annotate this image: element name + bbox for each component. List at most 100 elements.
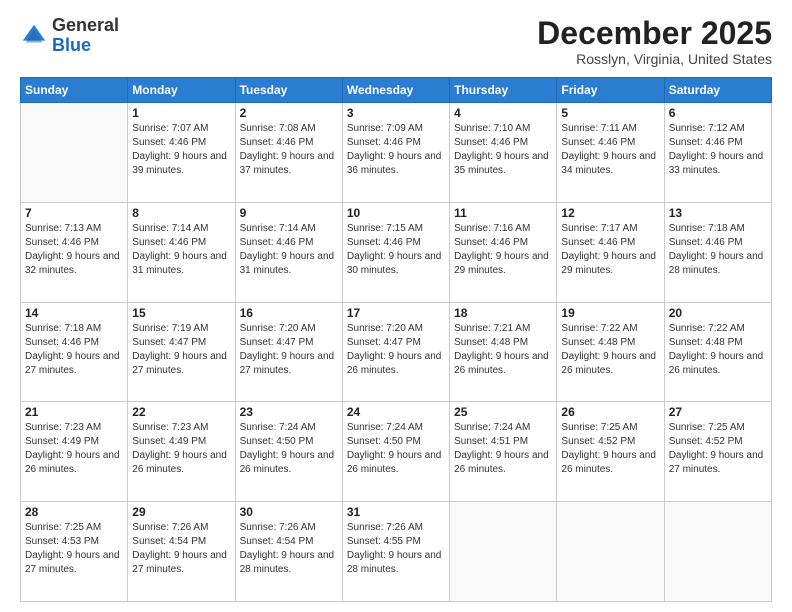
calendar-cell: 12 Sunrise: 7:17 AMSunset: 4:46 PMDayligh… — [557, 202, 664, 302]
day-number: 15 — [132, 306, 230, 320]
day-sun-info: Sunrise: 7:24 AMSunset: 4:50 PMDaylight:… — [240, 421, 338, 477]
day-sun-info: Sunrise: 7:26 AMSunset: 4:54 PMDaylight:… — [240, 521, 338, 577]
day-number: 13 — [669, 206, 767, 220]
calendar-cell: 29 Sunrise: 7:26 AMSunset: 4:54 PMDayligh… — [128, 502, 235, 602]
day-sun-info: Sunrise: 7:24 AMSunset: 4:51 PMDaylight:… — [454, 421, 552, 477]
calendar-cell: 23 Sunrise: 7:24 AMSunset: 4:50 PMDayligh… — [235, 402, 342, 502]
day-sun-info: Sunrise: 7:14 AMSunset: 4:46 PMDaylight:… — [132, 222, 230, 278]
calendar-cell — [21, 103, 128, 203]
calendar-cell: 9 Sunrise: 7:14 AMSunset: 4:46 PMDaylight… — [235, 202, 342, 302]
calendar-cell: 20 Sunrise: 7:22 AMSunset: 4:48 PMDayligh… — [664, 302, 771, 402]
calendar-cell — [557, 502, 664, 602]
day-sun-info: Sunrise: 7:20 AMSunset: 4:47 PMDaylight:… — [240, 322, 338, 378]
calendar-cell: 25 Sunrise: 7:24 AMSunset: 4:51 PMDayligh… — [450, 402, 557, 502]
calendar-cell — [664, 502, 771, 602]
day-number: 24 — [347, 405, 445, 419]
calendar-header-row: SundayMondayTuesdayWednesdayThursdayFrid… — [21, 78, 772, 103]
day-header-tuesday: Tuesday — [235, 78, 342, 103]
calendar-cell: 4Sunrise: 7:10 AMSunset: 4:46 PMDaylight… — [450, 103, 557, 203]
calendar-week-3: 21 Sunrise: 7:23 AMSunset: 4:49 PMDayligh… — [21, 402, 772, 502]
day-number: 20 — [669, 306, 767, 320]
calendar-week-1: 7 Sunrise: 7:13 AMSunset: 4:46 PMDaylight… — [21, 202, 772, 302]
calendar-cell: 5 Sunrise: 7:11 AMSunset: 4:46 PMDaylight… — [557, 103, 664, 203]
day-header-saturday: Saturday — [664, 78, 771, 103]
day-header-monday: Monday — [128, 78, 235, 103]
day-number: 7 — [25, 206, 123, 220]
day-number: 11 — [454, 206, 552, 220]
day-number: 25 — [454, 405, 552, 419]
calendar-cell: 3 Sunrise: 7:09 AMSunset: 4:46 PMDaylight… — [342, 103, 449, 203]
calendar-table: SundayMondayTuesdayWednesdayThursdayFrid… — [20, 77, 772, 602]
calendar-cell: 31 Sunrise: 7:26 AMSunset: 4:55 PMDayligh… — [342, 502, 449, 602]
calendar-cell: 28 Sunrise: 7:25 AMSunset: 4:53 PMDayligh… — [21, 502, 128, 602]
calendar-cell: 2Sunrise: 7:08 AMSunset: 4:46 PMDaylight… — [235, 103, 342, 203]
day-sun-info: Sunrise: 7:19 AMSunset: 4:47 PMDaylight:… — [132, 322, 230, 378]
day-number: 21 — [25, 405, 123, 419]
logo-icon — [20, 22, 48, 50]
calendar-cell — [450, 502, 557, 602]
day-sun-info: Sunrise: 7:17 AMSunset: 4:46 PMDaylight:… — [561, 222, 659, 278]
logo: General Blue — [20, 16, 119, 56]
day-number: 6 — [669, 106, 767, 120]
day-header-friday: Friday — [557, 78, 664, 103]
calendar-cell: 24 Sunrise: 7:24 AMSunset: 4:50 PMDayligh… — [342, 402, 449, 502]
month-title: December 2025 — [537, 16, 772, 51]
day-sun-info: Sunrise: 7:09 AMSunset: 4:46 PMDaylight:… — [347, 122, 445, 178]
day-number: 3 — [347, 106, 445, 120]
day-number: 17 — [347, 306, 445, 320]
day-number: 19 — [561, 306, 659, 320]
day-number: 28 — [25, 505, 123, 519]
day-sun-info: Sunrise: 7:26 AMSunset: 4:55 PMDaylight:… — [347, 521, 445, 577]
calendar-cell: 22 Sunrise: 7:23 AMSunset: 4:49 PMDayligh… — [128, 402, 235, 502]
day-number: 10 — [347, 206, 445, 220]
day-sun-info: Sunrise: 7:11 AMSunset: 4:46 PMDaylight:… — [561, 122, 659, 178]
logo-text: General Blue — [52, 16, 119, 56]
page: General Blue December 2025 Rosslyn, Virg… — [0, 0, 792, 612]
day-sun-info: Sunrise: 7:22 AMSunset: 4:48 PMDaylight:… — [561, 322, 659, 378]
day-number: 2 — [240, 106, 338, 120]
calendar-cell: 30 Sunrise: 7:26 AMSunset: 4:54 PMDayligh… — [235, 502, 342, 602]
day-number: 26 — [561, 405, 659, 419]
day-sun-info: Sunrise: 7:15 AMSunset: 4:46 PMDaylight:… — [347, 222, 445, 278]
day-number: 9 — [240, 206, 338, 220]
calendar-cell: 1Sunrise: 7:07 AMSunset: 4:46 PMDaylight… — [128, 103, 235, 203]
day-header-sunday: Sunday — [21, 78, 128, 103]
day-sun-info: Sunrise: 7:18 AMSunset: 4:46 PMDaylight:… — [669, 222, 767, 278]
day-number: 12 — [561, 206, 659, 220]
calendar-cell: 11Sunrise: 7:16 AMSunset: 4:46 PMDayligh… — [450, 202, 557, 302]
day-sun-info: Sunrise: 7:13 AMSunset: 4:46 PMDaylight:… — [25, 222, 123, 278]
logo-blue: Blue — [52, 35, 91, 55]
logo-general: General — [52, 15, 119, 35]
day-header-thursday: Thursday — [450, 78, 557, 103]
day-sun-info: Sunrise: 7:23 AMSunset: 4:49 PMDaylight:… — [25, 421, 123, 477]
day-sun-info: Sunrise: 7:22 AMSunset: 4:48 PMDaylight:… — [669, 322, 767, 378]
day-number: 29 — [132, 505, 230, 519]
title-block: December 2025 Rosslyn, Virginia, United … — [537, 16, 772, 67]
location: Rosslyn, Virginia, United States — [537, 51, 772, 67]
day-sun-info: Sunrise: 7:26 AMSunset: 4:54 PMDaylight:… — [132, 521, 230, 577]
day-sun-info: Sunrise: 7:25 AMSunset: 4:52 PMDaylight:… — [669, 421, 767, 477]
day-number: 22 — [132, 405, 230, 419]
day-sun-info: Sunrise: 7:18 AMSunset: 4:46 PMDaylight:… — [25, 322, 123, 378]
calendar-week-4: 28 Sunrise: 7:25 AMSunset: 4:53 PMDayligh… — [21, 502, 772, 602]
day-number: 30 — [240, 505, 338, 519]
day-sun-info: Sunrise: 7:23 AMSunset: 4:49 PMDaylight:… — [132, 421, 230, 477]
calendar-cell: 6Sunrise: 7:12 AMSunset: 4:46 PMDaylight… — [664, 103, 771, 203]
day-sun-info: Sunrise: 7:14 AMSunset: 4:46 PMDaylight:… — [240, 222, 338, 278]
day-sun-info: Sunrise: 7:25 AMSunset: 4:53 PMDaylight:… — [25, 521, 123, 577]
day-number: 18 — [454, 306, 552, 320]
calendar-cell: 26Sunrise: 7:25 AMSunset: 4:52 PMDayligh… — [557, 402, 664, 502]
day-number: 14 — [25, 306, 123, 320]
day-sun-info: Sunrise: 7:20 AMSunset: 4:47 PMDaylight:… — [347, 322, 445, 378]
calendar-week-2: 14 Sunrise: 7:18 AMSunset: 4:46 PMDayligh… — [21, 302, 772, 402]
day-number: 23 — [240, 405, 338, 419]
header: General Blue December 2025 Rosslyn, Virg… — [20, 16, 772, 67]
day-sun-info: Sunrise: 7:21 AMSunset: 4:48 PMDaylight:… — [454, 322, 552, 378]
calendar-cell: 19 Sunrise: 7:22 AMSunset: 4:48 PMDayligh… — [557, 302, 664, 402]
day-sun-info: Sunrise: 7:24 AMSunset: 4:50 PMDaylight:… — [347, 421, 445, 477]
calendar-cell: 16Sunrise: 7:20 AMSunset: 4:47 PMDayligh… — [235, 302, 342, 402]
day-number: 31 — [347, 505, 445, 519]
day-sun-info: Sunrise: 7:10 AMSunset: 4:46 PMDaylight:… — [454, 122, 552, 178]
day-number: 5 — [561, 106, 659, 120]
day-sun-info: Sunrise: 7:07 AMSunset: 4:46 PMDaylight:… — [132, 122, 230, 178]
